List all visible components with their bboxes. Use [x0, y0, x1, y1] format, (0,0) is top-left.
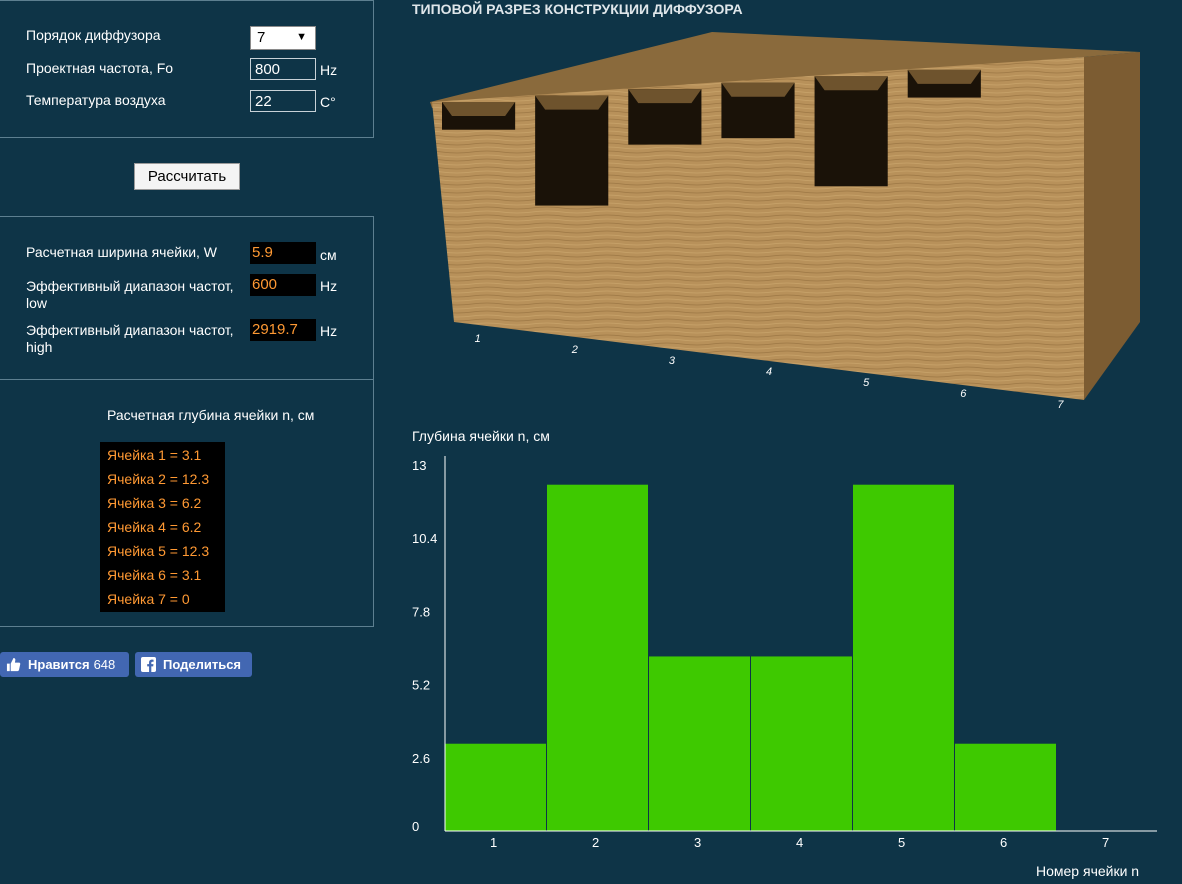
cell-depth-item: Ячейка 5 = 12.3	[107, 543, 210, 559]
diffuser-well-label: 2	[571, 344, 578, 356]
chart-x-tick-label: 2	[592, 835, 599, 850]
low-label: Эффективный диапазон частот, low	[26, 278, 234, 312]
like-label: Нравится	[28, 657, 90, 672]
chart-bar	[853, 484, 954, 831]
facebook-like-button[interactable]: Нравится 648	[0, 652, 129, 677]
order-label: Порядок диффузора	[26, 27, 161, 43]
width-unit: см	[320, 247, 337, 263]
chart-bar	[445, 743, 546, 831]
diffuser-well-rim	[442, 102, 516, 116]
chart-y-tick-label: 13	[412, 458, 426, 473]
facebook-icon	[141, 657, 156, 672]
chart-y-tick-label: 10.4	[412, 531, 437, 546]
temp-label: Температура воздуха	[26, 92, 166, 108]
chart-x-tick-label: 6	[1000, 835, 1007, 850]
diagram-title: ТИПОВОЙ РАЗРЕЗ КОНСТРУКЦИИ ДИФФУЗОРА	[412, 1, 743, 17]
cell-depth-item: Ячейка 1 = 3.1	[107, 447, 202, 463]
diffuser-well-label: 1	[475, 333, 481, 345]
diffuser-well-rim	[814, 76, 888, 91]
chart-x-tick-label: 7	[1102, 835, 1109, 850]
depth-bar-chart: 1 2 3 4 5 6 7 13 10.4 7.8 5.2 2.6 0	[412, 456, 1157, 850]
facebook-share-button[interactable]: Поделиться	[135, 652, 252, 677]
diffuser-section-diagram: 1 2 3 4 5 6 7	[430, 32, 1140, 411]
diffuser-well-label: 4	[766, 366, 772, 378]
width-output: 5.9	[250, 242, 316, 264]
width-label: Расчетная ширина ячейки, W	[26, 244, 218, 260]
cell-depth-item: Ячейка 2 = 12.3	[107, 471, 210, 487]
order-select[interactable]: 7 ▼	[250, 26, 316, 50]
cell-depth-item: Ячейка 3 = 6.2	[107, 495, 202, 511]
high-label: Эффективный диапазон частот, high	[26, 322, 234, 356]
chart-x-tick-label: 3	[694, 835, 701, 850]
chart-x-axis-label: Номер ячейки n	[1036, 863, 1140, 879]
chart-bar	[649, 656, 750, 831]
diffuser-well-rim	[907, 69, 981, 84]
chart-y-tick-label: 0	[412, 819, 419, 834]
low-unit: Hz	[320, 278, 338, 294]
cell-depth-item: Ячейка 4 = 6.2	[107, 519, 202, 535]
diffuser-side-face	[1084, 52, 1140, 400]
chart-x-tick-label: 5	[898, 835, 905, 850]
chart-bar	[955, 743, 1056, 831]
low-label-line2: low	[26, 295, 48, 311]
like-count: 648	[93, 657, 116, 672]
share-label: Поделиться	[163, 657, 242, 672]
cell-depth-item: Ячейка 7 = 0	[107, 591, 190, 607]
cell-depths-title: Расчетная глубина ячейки n, см	[107, 407, 315, 423]
diffuser-well	[535, 95, 609, 206]
low-label-line1: Эффективный диапазон частот,	[26, 278, 234, 294]
chevron-down-icon: ▼	[296, 31, 307, 43]
cell-depth-item: Ячейка 6 = 3.1	[107, 567, 202, 583]
thumbs-up-icon	[6, 657, 21, 672]
cell-depths-list: Ячейка 1 = 3.1 Ячейка 2 = 12.3 Ячейка 3 …	[100, 442, 225, 612]
freq-label: Проектная частота, Fo	[26, 60, 174, 76]
chart-x-tick-label: 1	[490, 835, 497, 850]
diffuser-well-rim	[721, 82, 795, 97]
diffuser-well-rim	[628, 89, 702, 104]
diffuser-well	[814, 76, 888, 187]
temp-unit: C°	[320, 94, 336, 110]
calculate-button[interactable]: Рассчитать	[134, 163, 240, 190]
freq-input[interactable]	[250, 58, 316, 80]
high-output: 2919.7	[250, 319, 316, 341]
diffuser-well-label: 3	[669, 355, 676, 367]
chart-y-tick-label: 7.8	[412, 604, 430, 619]
high-label-line1: Эффективный диапазон частот,	[26, 322, 234, 338]
results-panel: Расчетная ширина ячейки, W 5.9 см Эффект…	[0, 216, 374, 380]
freq-unit: Hz	[320, 62, 338, 78]
low-output: 600	[250, 274, 316, 296]
chart-y-axis-label: Глубина ячейки n, см	[412, 428, 550, 444]
chart-x-tick-label: 4	[796, 835, 803, 850]
temp-input[interactable]	[250, 90, 316, 112]
cell-depths-panel: Расчетная глубина ячейки n, см Ячейка 1 …	[0, 379, 374, 627]
chart-y-tick-label: 2.6	[412, 751, 430, 766]
parameters-panel: Порядок диффузора 7 ▼ Проектная частота,…	[0, 0, 374, 138]
high-unit: Hz	[320, 323, 338, 339]
order-select-value: 7	[257, 29, 266, 46]
diffuser-well-rim	[535, 95, 609, 110]
diffuser-well-label: 7	[1057, 399, 1064, 411]
high-label-line2: high	[26, 339, 53, 355]
chart-bar	[751, 656, 852, 831]
diffuser-well-label: 5	[863, 377, 870, 389]
chart-y-tick-label: 5.2	[412, 678, 430, 693]
diffuser-well-label: 6	[960, 388, 967, 400]
chart-bar	[547, 484, 648, 831]
